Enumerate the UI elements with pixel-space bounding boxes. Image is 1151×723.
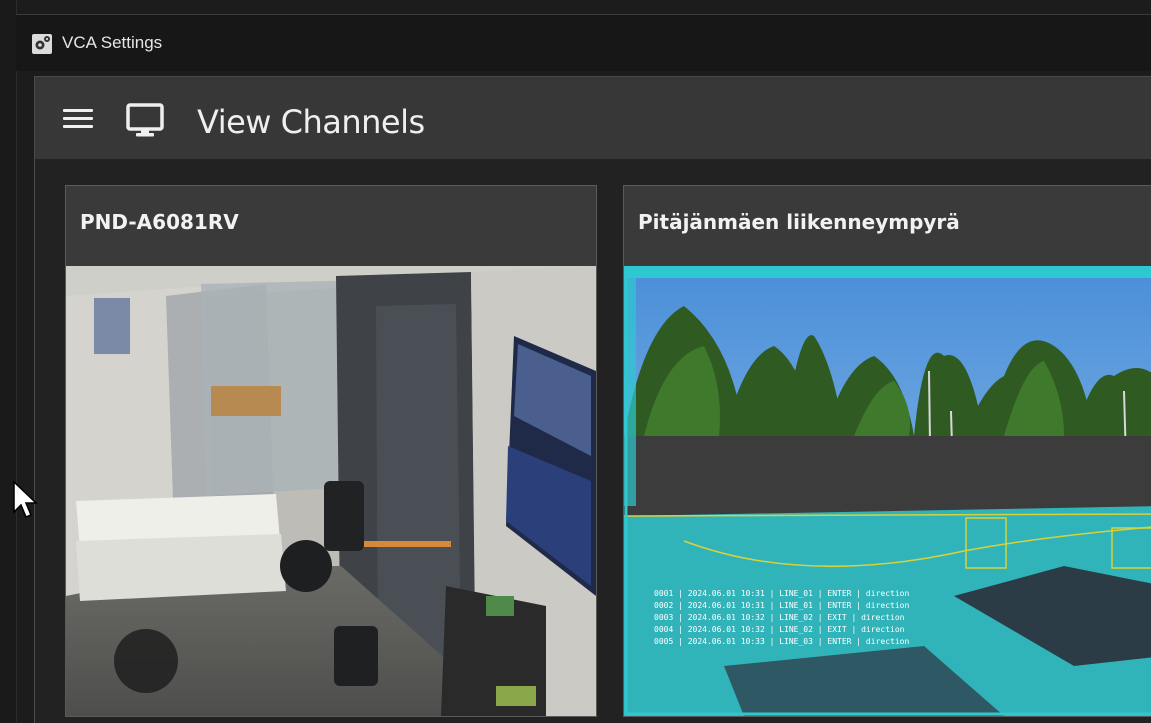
camera-feed-roundabout[interactable]: 0001 | 2024.06.01 10:31 | LINE_01 | ENTE…	[624, 266, 1151, 716]
svg-text:0003 | 2024.06.01 10:32 | LINE: 0003 | 2024.06.01 10:32 | LINE_02 | EXIT…	[654, 613, 905, 622]
mouse-cursor-icon	[12, 480, 38, 520]
channel-name: PND-A6081RV	[80, 210, 239, 234]
window-titlebar[interactable]: VCA Settings	[16, 14, 1151, 71]
channel-card[interactable]: Pitäjänmäen liikenneympyrä 0001 | 2024.0…	[623, 185, 1151, 717]
app-frame: View Channels PND-A6081RV Pitäjänmäen li…	[34, 76, 1151, 723]
camera-feed-office[interactable]	[66, 266, 596, 716]
channel-name: Pitäjänmäen liikenneympyrä	[638, 210, 960, 234]
svg-text:0004 | 2024.06.01 10:32 | LINE: 0004 | 2024.06.01 10:32 | LINE_02 | EXIT…	[654, 625, 905, 634]
app-header: View Channels	[35, 77, 1151, 159]
window-title: VCA Settings	[62, 33, 163, 52]
channel-card[interactable]: PND-A6081RV	[65, 185, 597, 717]
svg-text:0005 | 2024.06.01 10:33 | LINE: 0005 | 2024.06.01 10:33 | LINE_03 | ENTE…	[654, 637, 909, 646]
svg-text:0001 | 2024.06.01 10:31 | LINE: 0001 | 2024.06.01 10:31 | LINE_01 | ENTE…	[654, 589, 909, 598]
monitor-icon	[125, 103, 165, 139]
gear-icon	[32, 34, 52, 54]
page-title: View Channels	[197, 103, 425, 141]
hamburger-menu-icon[interactable]	[63, 109, 93, 129]
window-left-border	[0, 0, 17, 722]
svg-text:0002 | 2024.06.01 10:31 | LINE: 0002 | 2024.06.01 10:31 | LINE_01 | ENTE…	[654, 601, 909, 610]
